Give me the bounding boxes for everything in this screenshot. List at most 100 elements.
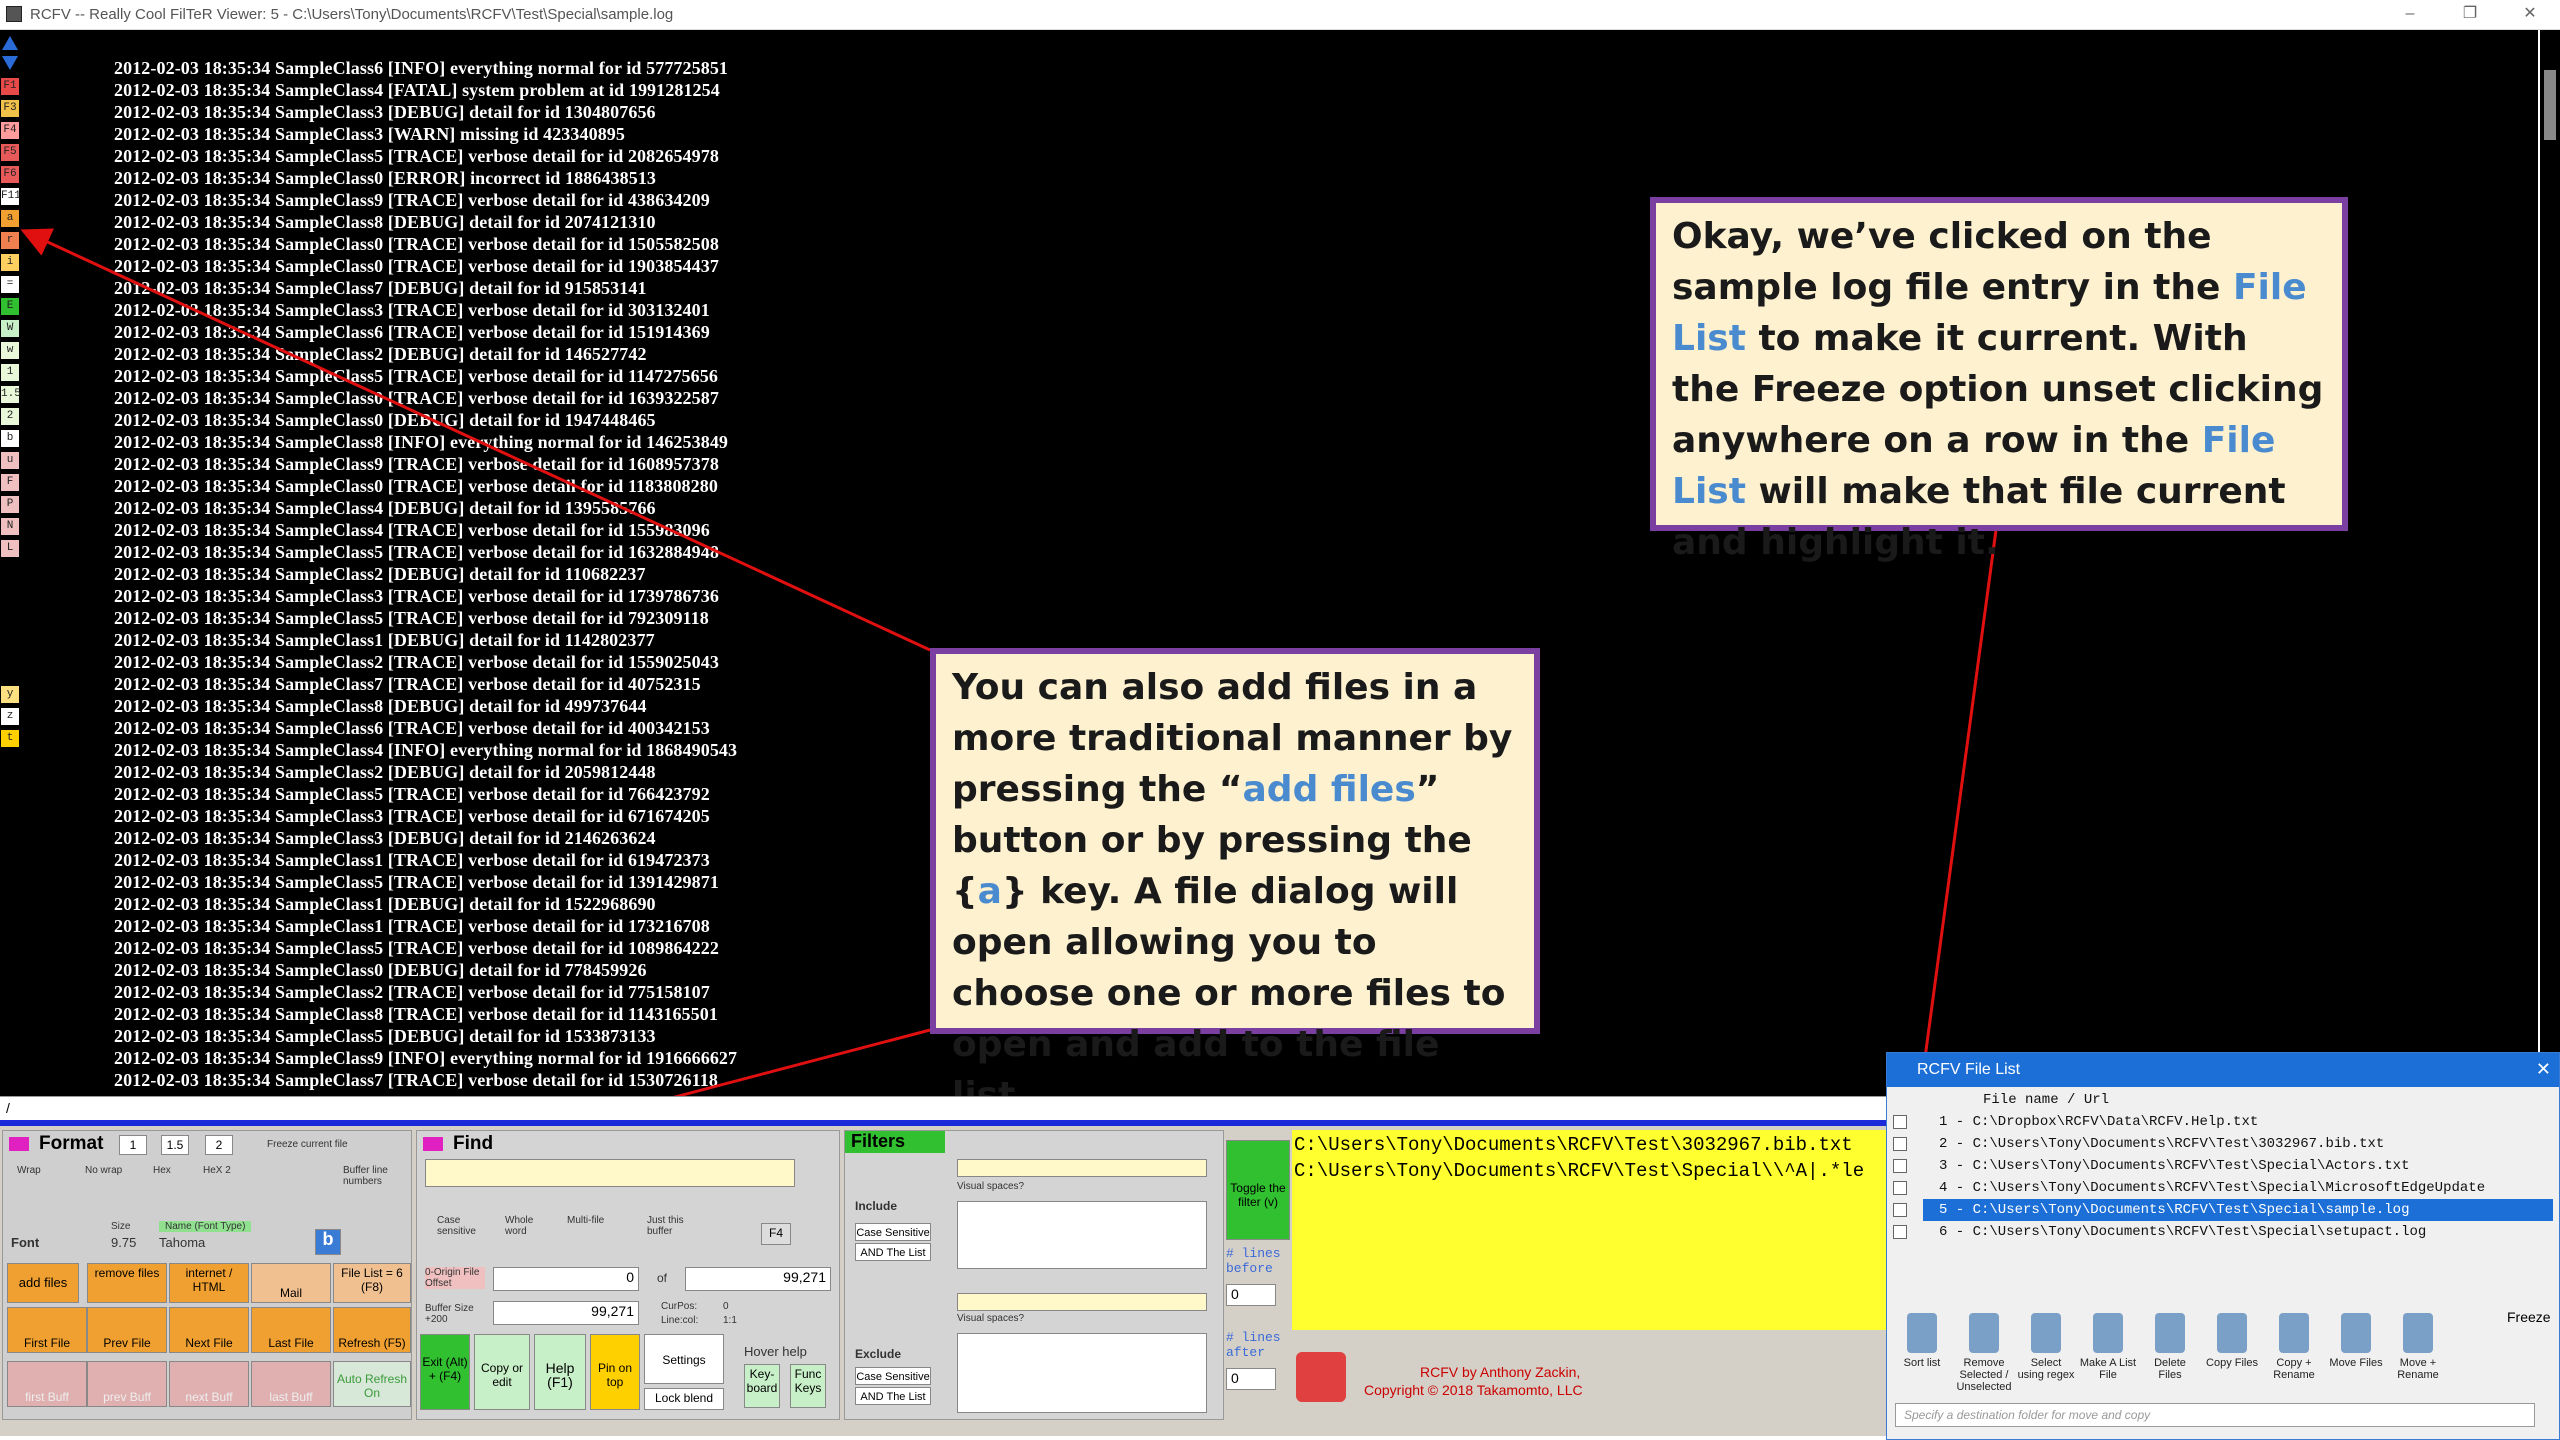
file-list-button[interactable]: File List = 6 (F8) [333, 1263, 411, 1303]
file-tool-button[interactable]: Move Files [2327, 1307, 2385, 1383]
bold-toggle-button[interactable]: b [315, 1229, 341, 1255]
next-file-button[interactable]: Next File [169, 1307, 249, 1353]
size-2-button[interactable]: 2 [205, 1135, 233, 1155]
total-size-input[interactable]: 99,271 [685, 1267, 831, 1291]
include-filter-input[interactable] [957, 1159, 1207, 1177]
help-button[interactable]: Help (F1) [534, 1334, 586, 1410]
file-tool-icon [2403, 1313, 2433, 1353]
remove-files-button[interactable]: remove files [87, 1263, 167, 1303]
file-tool-button[interactable]: Move + Rename [2389, 1307, 2447, 1383]
curpos-value: 0 [723, 1301, 729, 1312]
file-row[interactable]: 2 - C:\Users\Tony\Documents\RCFV\Test\30… [1923, 1133, 2553, 1155]
prev-file-button[interactable]: Prev File [87, 1307, 167, 1353]
file-tool-button[interactable]: Copy + Rename [2265, 1307, 2323, 1383]
freeze-checkbox[interactable]: Freeze [2507, 1309, 2551, 1325]
add-files-button[interactable]: add files [7, 1263, 79, 1303]
last-file-button[interactable]: Last File [251, 1307, 331, 1353]
keyboard-button[interactable]: Key-board [744, 1364, 780, 1408]
just-this-buffer-checkbox[interactable]: Just this buffer [647, 1215, 707, 1237]
exclude-filter-input[interactable] [957, 1293, 1207, 1311]
file-row[interactable]: 4 - C:\Users\Tony\Documents\RCFV\Test\Sp… [1923, 1177, 2553, 1199]
font-label: Font [11, 1235, 40, 1250]
path-line[interactable]: C:\Users\Tony\Documents\RCFV\Test\303296… [1294, 1134, 1853, 1156]
lock-blend-button[interactable]: Lock blend [644, 1388, 724, 1410]
exclude-filter-list[interactable] [957, 1333, 1207, 1413]
whole-word-checkbox[interactable]: Whole word [505, 1215, 545, 1237]
include-case-sensitive-button[interactable]: Case Sensitive [855, 1223, 931, 1241]
exclude-case-sensitive-button[interactable]: Case Sensitive [855, 1367, 931, 1385]
func-keys-button[interactable]: Func Keys [790, 1364, 826, 1408]
file-tool-icon [2031, 1313, 2061, 1353]
filters-section: Filters Include Case Sensitive AND The L… [844, 1130, 1224, 1420]
exclude-visual-spaces-checkbox[interactable]: Visual spaces? [957, 1313, 1024, 1324]
file-row[interactable]: 3 - C:\Users\Tony\Documents\RCFV\Test\Sp… [1923, 1155, 2553, 1177]
buffer-line-numbers-checkbox[interactable]: Buffer line numbers [343, 1165, 413, 1187]
include-filter-list[interactable] [957, 1201, 1207, 1269]
nowrap-radio[interactable]: No wrap [85, 1165, 125, 1176]
mail-button[interactable]: Mail [251, 1263, 331, 1303]
font-name-label: Name (Font Type) [159, 1221, 252, 1232]
exit-button[interactable]: Exit (Alt) + (F4) [420, 1334, 470, 1410]
auto-refresh-button[interactable]: Auto Refresh On [333, 1361, 411, 1407]
panel-top-border [0, 1120, 1886, 1126]
size-1-5-button[interactable]: 1.5 [161, 1135, 189, 1155]
freeze-current-file-checkbox[interactable]: Freeze current file [267, 1139, 348, 1150]
include-visual-spaces-checkbox[interactable]: Visual spaces? [957, 1181, 1024, 1192]
last-buff-button[interactable]: last Buff [251, 1361, 331, 1407]
lines-after-input[interactable]: 0 [1226, 1368, 1276, 1390]
file-tool-icon [2341, 1313, 2371, 1353]
wrap-radio[interactable]: Wrap [17, 1165, 41, 1176]
refresh-button[interactable]: Refresh (F5) [333, 1307, 411, 1353]
file-tool-button[interactable]: Copy Files [2203, 1307, 2261, 1383]
hover-help-label: Hover help [744, 1344, 807, 1359]
file-offset-input[interactable]: 0 [493, 1267, 639, 1291]
file-row[interactable]: 5 - C:\Users\Tony\Documents\RCFV\Test\Sp… [1923, 1199, 2553, 1221]
destination-folder-input[interactable]: Specify a destination folder for move an… [1895, 1403, 2535, 1427]
file-tool-label: Delete Files [2154, 1357, 2186, 1381]
include-and-list-button[interactable]: AND The List [855, 1243, 931, 1261]
format-section: Format 1 1.5 2 Freeze current file Wrap … [2, 1130, 412, 1420]
file-tool-button[interactable]: Sort list [1893, 1307, 1951, 1383]
include-label: Include [855, 1199, 898, 1213]
settings-button[interactable]: Settings [644, 1334, 724, 1384]
case-sensitive-checkbox[interactable]: Case sensitive [437, 1215, 487, 1237]
file-tool-button[interactable]: Delete Files [2141, 1307, 2199, 1383]
file-row[interactable]: 1 - C:\Dropbox\RCFV\Data\RCFV.Help.txt [1923, 1111, 2553, 1133]
file-row[interactable]: 6 - C:\Users\Tony\Documents\RCFV\Test\Sp… [1923, 1221, 2553, 1243]
file-row-checkbox[interactable] [1893, 1181, 1907, 1195]
f4-button[interactable]: F4 [761, 1223, 791, 1245]
font-name[interactable]: Tahoma [159, 1235, 205, 1250]
file-row-checkbox[interactable] [1893, 1137, 1907, 1151]
exclude-and-list-button[interactable]: AND The List [855, 1387, 931, 1405]
lines-before-input[interactable]: 0 [1226, 1284, 1276, 1306]
first-file-button[interactable]: First File [7, 1307, 87, 1353]
file-tool-button[interactable]: Make A List File [2079, 1307, 2137, 1383]
first-buff-button[interactable]: first Buff [7, 1361, 87, 1407]
prev-buff-button[interactable]: prev Buff [87, 1361, 167, 1407]
size-1-button[interactable]: 1 [119, 1135, 147, 1155]
record-icon[interactable] [1296, 1352, 1346, 1402]
size-value[interactable]: 9.75 [111, 1235, 136, 1250]
file-row-checkbox[interactable] [1893, 1159, 1907, 1173]
credits-line1: RCFV by Anthony Zackin, [1420, 1364, 1581, 1380]
copy-edit-button[interactable]: Copy or edit [474, 1334, 530, 1410]
file-row-checkbox[interactable] [1893, 1203, 1907, 1217]
buffer-size-input[interactable]: 99,271 [493, 1301, 639, 1325]
file-tool-button[interactable]: Remove Selected / Unselected [1955, 1307, 2013, 1393]
file-tool-button[interactable]: Select using regex [2017, 1307, 2075, 1383]
hex2-radio[interactable]: HeX 2 [203, 1165, 243, 1176]
file-list-close-icon[interactable]: ✕ [2536, 1059, 2551, 1080]
pin-on-top-button[interactable]: Pin on top [590, 1334, 640, 1410]
next-buff-button[interactable]: next Buff [169, 1361, 249, 1407]
recent-paths-area: C:\Users\Tony\Documents\RCFV\Test\303296… [1292, 1130, 1886, 1330]
path-line[interactable]: C:\Users\Tony\Documents\RCFV\Test\Specia… [1294, 1160, 1864, 1182]
file-row-checkbox[interactable] [1893, 1225, 1907, 1239]
find-input[interactable] [425, 1159, 795, 1187]
hex-radio[interactable]: Hex [153, 1165, 171, 1176]
multi-file-checkbox[interactable]: Multi-file [567, 1215, 607, 1226]
toggle-filter-button[interactable]: Toggle the filter (v) [1226, 1140, 1290, 1240]
origin-label: 0-Origin File Offset [425, 1267, 485, 1289]
internet-html-button[interactable]: internet / HTML [169, 1263, 249, 1303]
file-tool-icon [1969, 1313, 1999, 1353]
file-row-checkbox[interactable] [1893, 1115, 1907, 1129]
